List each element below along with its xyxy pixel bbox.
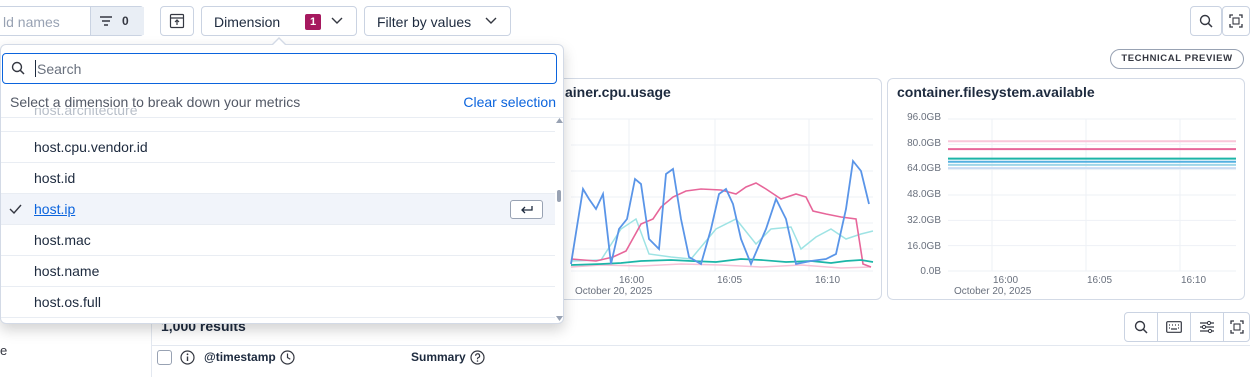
filesystem-chart-panel: container.filesystem.available 96.0GB 80… <box>887 78 1245 300</box>
dimension-option-host-id[interactable]: host.id <box>1 163 555 194</box>
scroll-down-icon[interactable] <box>556 316 563 321</box>
fs-x-subtitle: October 20, 2025 <box>954 286 1032 297</box>
option-label: host.id <box>34 170 76 186</box>
option-label: host.ip <box>34 201 76 217</box>
filter-by-values-button[interactable]: Filter by values <box>364 6 511 36</box>
fs-y-tick-1: 96.0GB <box>907 112 941 123</box>
partially-hidden-option: host.architecture <box>34 108 138 118</box>
search-icon <box>11 61 25 75</box>
technical-preview-badge: TECHNICAL PREVIEW <box>1110 49 1244 69</box>
results-search-button[interactable] <box>1124 312 1158 342</box>
popover-pointer-fill <box>272 39 286 46</box>
cpu-x-tick-2: 16:05 <box>717 275 743 286</box>
field-filter-button[interactable]: 0 <box>90 7 144 35</box>
fs-y-tick-6: 16.0GB <box>907 241 941 252</box>
cpu-x-tick-1: 16:00 <box>619 275 645 286</box>
sidebar-fragment-text: e <box>0 343 8 358</box>
toggle-sidebar-button[interactable] <box>160 6 194 36</box>
filter-icon <box>99 15 113 27</box>
field-names-search-input[interactable]: ld names <box>3 14 60 30</box>
dimension-option-host-os-full[interactable]: host.os.full <box>1 287 555 318</box>
sidebar-divider <box>151 320 152 377</box>
chevron-down-icon <box>331 17 343 25</box>
info-icon[interactable] <box>180 350 195 365</box>
scrollbar-thumb[interactable] <box>557 190 561 202</box>
cpu-x-tick-3: 16:10 <box>815 275 841 286</box>
fs-x-tick-3: 16:10 <box>1181 275 1207 286</box>
fs-x-tick-2: 16:05 <box>1087 275 1113 286</box>
option-label: host.mac <box>34 232 91 248</box>
dimension-label: Dimension <box>214 14 281 30</box>
search-icon <box>1134 320 1148 334</box>
scroll-up-icon[interactable] <box>556 118 563 123</box>
options-list: host.architecture host.cpu.vendor.id hos… <box>1 108 563 323</box>
fs-y-tick-2: 80.0GB <box>907 138 941 149</box>
chevron-down-icon <box>485 17 497 25</box>
dimension-search-input[interactable]: Search <box>37 61 81 77</box>
fs-y-tick-3: 64.0GB <box>907 163 941 174</box>
column-header-timestamp[interactable]: @timestamp <box>204 350 276 364</box>
field-names-search[interactable]: ld names 0 <box>0 6 144 36</box>
fullscreen-button[interactable] <box>1222 6 1250 36</box>
fs-x-tick-1: 16:00 <box>993 275 1019 286</box>
dimension-search-field[interactable]: Search <box>2 53 557 84</box>
options-scrollbar[interactable] <box>555 118 563 323</box>
dimension-option-host-cpu-vendor-id[interactable]: host.cpu.vendor.id <box>1 132 555 163</box>
cpu-usage-chart <box>570 118 874 272</box>
question-circle-icon[interactable] <box>470 350 485 365</box>
option-label: host.cpu.vendor.id <box>34 139 148 155</box>
enter-key-hint <box>510 200 543 219</box>
select-all-checkbox[interactable] <box>157 350 172 365</box>
settings-sliders-icon <box>1199 320 1215 334</box>
cpu-x-subtitle: October 20, 2025 <box>575 286 653 297</box>
clear-selection-link[interactable]: Clear selection <box>463 94 556 110</box>
fs-y-tick-4: 48.0GB <box>907 189 941 200</box>
cpu-series-pink <box>570 182 872 268</box>
keyboard-icon <box>1166 321 1182 333</box>
field-filter-count: 0 <box>122 14 129 28</box>
fs-y-tick-7: 0.0B <box>920 266 941 277</box>
text-cursor <box>35 60 36 77</box>
dimension-dropdown-button[interactable]: Dimension 1 <box>201 6 357 36</box>
cpu-series-light-pink <box>570 263 872 269</box>
results-header-divider <box>152 345 1250 346</box>
dimension-option-host-name[interactable]: host.name <box>1 256 555 287</box>
column-header-summary[interactable]: Summary <box>411 350 466 364</box>
dimension-popover: Search Select a dimension to break down … <box>0 44 564 324</box>
filesystem-chart <box>948 118 1236 272</box>
check-icon <box>9 204 22 214</box>
results-fullscreen-button[interactable] <box>1223 312 1250 342</box>
dimension-option-host-mac[interactable]: host.mac <box>1 225 555 256</box>
filter-by-values-label: Filter by values <box>377 14 472 30</box>
cpu-series-teal <box>570 258 874 266</box>
return-key-icon <box>520 205 534 215</box>
fs-y-tick-5: 32.0GB <box>907 215 941 226</box>
fullscreen-icon <box>1229 14 1243 28</box>
dimension-option-host-ip[interactable]: host.ip <box>1 194 555 225</box>
cpu-usage-chart-panel: ainer.cpu.usage 16:00 16:05 16:10 Octobe… <box>540 78 882 300</box>
option-label: host.name <box>34 263 100 279</box>
option-label: host.os.full <box>34 294 101 310</box>
clock-icon <box>280 350 295 365</box>
fullscreen-icon <box>1229 320 1244 334</box>
panel-collapse-icon <box>169 13 185 29</box>
search-icon <box>1199 14 1213 28</box>
dimension-count-badge: 1 <box>305 14 321 30</box>
keyboard-shortcuts-button[interactable] <box>1157 312 1191 342</box>
display-settings-button[interactable] <box>1190 312 1224 342</box>
search-button[interactable] <box>1190 6 1222 36</box>
